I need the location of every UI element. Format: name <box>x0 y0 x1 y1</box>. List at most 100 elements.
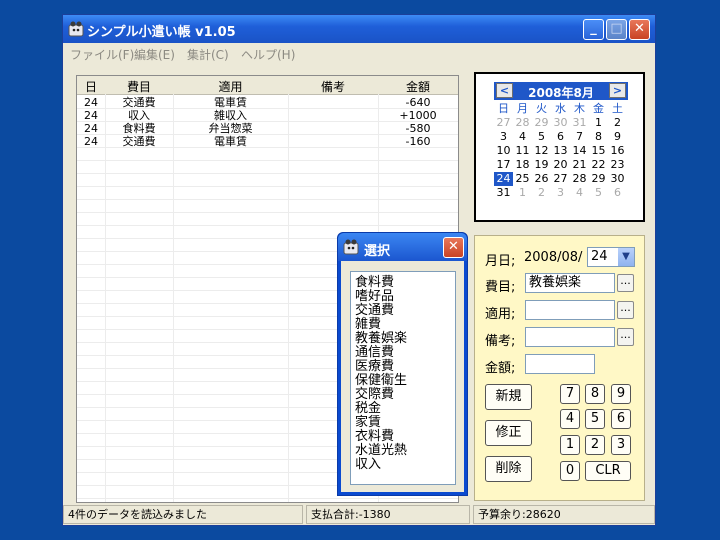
calendar-day[interactable]: 21 <box>570 158 589 172</box>
calendar-day[interactable]: 6 <box>551 130 570 144</box>
calendar-day[interactable]: 13 <box>551 144 570 158</box>
calendar-day[interactable]: 31 <box>570 116 589 130</box>
calendar-day[interactable]: 14 <box>570 144 589 158</box>
calendar-day[interactable]: 15 <box>589 144 608 158</box>
title-bar[interactable]: シンプル小遣い帳 v1.05 _ □ ✕ <box>63 15 655 43</box>
col-desc[interactable]: 適用 <box>173 78 288 95</box>
calendar-day[interactable]: 1 <box>513 186 532 200</box>
menu-summary[interactable]: 集計(C) <box>187 46 229 63</box>
category-field[interactable]: 教養娯楽 <box>525 273 615 293</box>
menu-file[interactable]: ファイル(F) <box>70 46 134 63</box>
calendar-day[interactable]: 28 <box>513 116 532 130</box>
desc-field[interactable] <box>525 300 615 320</box>
list-item[interactable]: 教養娯楽 <box>355 332 407 346</box>
col-day[interactable]: 日 <box>77 78 105 95</box>
calendar-day[interactable]: 22 <box>589 158 608 172</box>
table-row[interactable]: 24 食料費 弁当惣菜 -580 <box>77 122 458 135</box>
close-button[interactable]: ✕ <box>629 19 650 40</box>
list-item[interactable]: 食料費 <box>355 276 394 290</box>
category-listbox[interactable]: 食料費 嗜好品 交通費 雑費 教養娯楽 通信費 医療費 保健衛生 交際費 税金 家賃 衣料費 水道光熱収… <box>350 271 456 485</box>
key-9[interactable]: 9 <box>611 384 631 404</box>
dialog-title-bar[interactable]: 選択 ✕ <box>338 233 467 261</box>
list-item[interactable]: 保健衛生 <box>355 374 407 388</box>
col-category[interactable]: 費目 <box>105 78 173 95</box>
list-item[interactable]: 交際費 <box>355 388 394 402</box>
calendar-day[interactable]: 19 <box>532 158 551 172</box>
calendar-day[interactable]: 20 <box>551 158 570 172</box>
calendar-day[interactable]: 30 <box>551 116 570 130</box>
calendar-day[interactable]: 12 <box>532 144 551 158</box>
key-7[interactable]: 7 <box>560 384 580 404</box>
calendar-day[interactable]: 17 <box>494 158 513 172</box>
table-row[interactable]: 24 収入 雑収入 +1000 <box>77 109 458 122</box>
calendar-day[interactable]: 3 <box>551 186 570 200</box>
calendar-day[interactable]: 5 <box>589 186 608 200</box>
key-0[interactable]: 0 <box>560 461 580 481</box>
list-item[interactable]: 家賃 <box>355 416 381 430</box>
key-1[interactable]: 1 <box>560 435 580 455</box>
list-item[interactable]: 交通費 <box>355 304 394 318</box>
amount-field[interactable] <box>525 354 595 374</box>
calendar-day[interactable]: 29 <box>532 116 551 130</box>
delete-button[interactable]: 削除 <box>485 456 532 482</box>
note-picker-button[interactable]: ... <box>617 328 634 346</box>
new-button[interactable]: 新規 <box>485 384 532 410</box>
col-amount[interactable]: 金額 <box>378 78 458 95</box>
key-5[interactable]: 5 <box>585 409 605 429</box>
calendar-day[interactable]: 27 <box>551 172 570 186</box>
day-select[interactable]: 24 ▼ <box>587 247 635 267</box>
calendar-day[interactable]: 2 <box>608 116 627 130</box>
calendar-day[interactable]: 2 <box>532 186 551 200</box>
next-month-button[interactable]: > <box>609 83 626 98</box>
prev-month-button[interactable]: < <box>496 83 513 98</box>
key-clear[interactable]: CLR <box>585 461 631 481</box>
list-item[interactable]: 税金 <box>355 402 381 416</box>
calendar-day[interactable]: 29 <box>589 172 608 186</box>
list-item[interactable]: 医療費 <box>355 360 394 374</box>
calendar-day[interactable]: 3 <box>494 130 513 144</box>
dialog-close-button[interactable]: ✕ <box>443 237 464 258</box>
calendar-day[interactable]: 4 <box>570 186 589 200</box>
table-row[interactable]: 24 交通費 電車賃 -160 <box>77 135 458 148</box>
list-item[interactable]: 収入 <box>355 458 381 472</box>
calendar-day[interactable]: 25 <box>513 172 532 186</box>
calendar-day[interactable]: 30 <box>608 172 627 186</box>
calendar-day[interactable]: 31 <box>494 186 513 200</box>
calendar-day[interactable]: 16 <box>608 144 627 158</box>
maximize-button[interactable]: □ <box>606 19 627 40</box>
calendar-day[interactable]: 18 <box>513 158 532 172</box>
calendar-day[interactable]: 7 <box>570 130 589 144</box>
calendar-day[interactable]: 5 <box>532 130 551 144</box>
edit-button[interactable]: 修正 <box>485 420 532 446</box>
list-item[interactable]: 嗜好品 <box>355 290 394 304</box>
list-item[interactable]: 雑費 <box>355 318 381 332</box>
calendar-day[interactable]: 4 <box>513 130 532 144</box>
chevron-down-icon[interactable]: ▼ <box>618 248 634 266</box>
list-item[interactable]: 水道光熱 <box>355 444 407 458</box>
calendar-day[interactable]: 9 <box>608 130 627 144</box>
menu-help[interactable]: ヘルプ(H) <box>241 46 295 63</box>
key-8[interactable]: 8 <box>585 384 605 404</box>
calendar-day[interactable]: 24 <box>494 172 513 186</box>
desc-picker-button[interactable]: ... <box>617 301 634 319</box>
key-3[interactable]: 3 <box>611 435 631 455</box>
calendar-day[interactable]: 26 <box>532 172 551 186</box>
note-field[interactable] <box>525 327 615 347</box>
calendar-day[interactable]: 11 <box>513 144 532 158</box>
table-row[interactable]: 24 交通費 電車賃 -640 <box>77 96 458 109</box>
calendar-day[interactable]: 6 <box>608 186 627 200</box>
category-picker-button[interactable]: ... <box>617 274 634 292</box>
calendar-day[interactable]: 23 <box>608 158 627 172</box>
calendar-day[interactable]: 28 <box>570 172 589 186</box>
minimize-button[interactable]: _ <box>583 19 604 40</box>
key-4[interactable]: 4 <box>560 409 580 429</box>
calendar-day[interactable]: 8 <box>589 130 608 144</box>
menu-edit[interactable]: 編集(E) <box>134 46 175 63</box>
key-6[interactable]: 6 <box>611 409 631 429</box>
col-note[interactable]: 備考 <box>288 78 378 95</box>
list-item[interactable]: 通信費 <box>355 346 394 360</box>
calendar-day[interactable]: 10 <box>494 144 513 158</box>
calendar-day[interactable]: 27 <box>494 116 513 130</box>
calendar-day[interactable]: 1 <box>589 116 608 130</box>
key-2[interactable]: 2 <box>585 435 605 455</box>
